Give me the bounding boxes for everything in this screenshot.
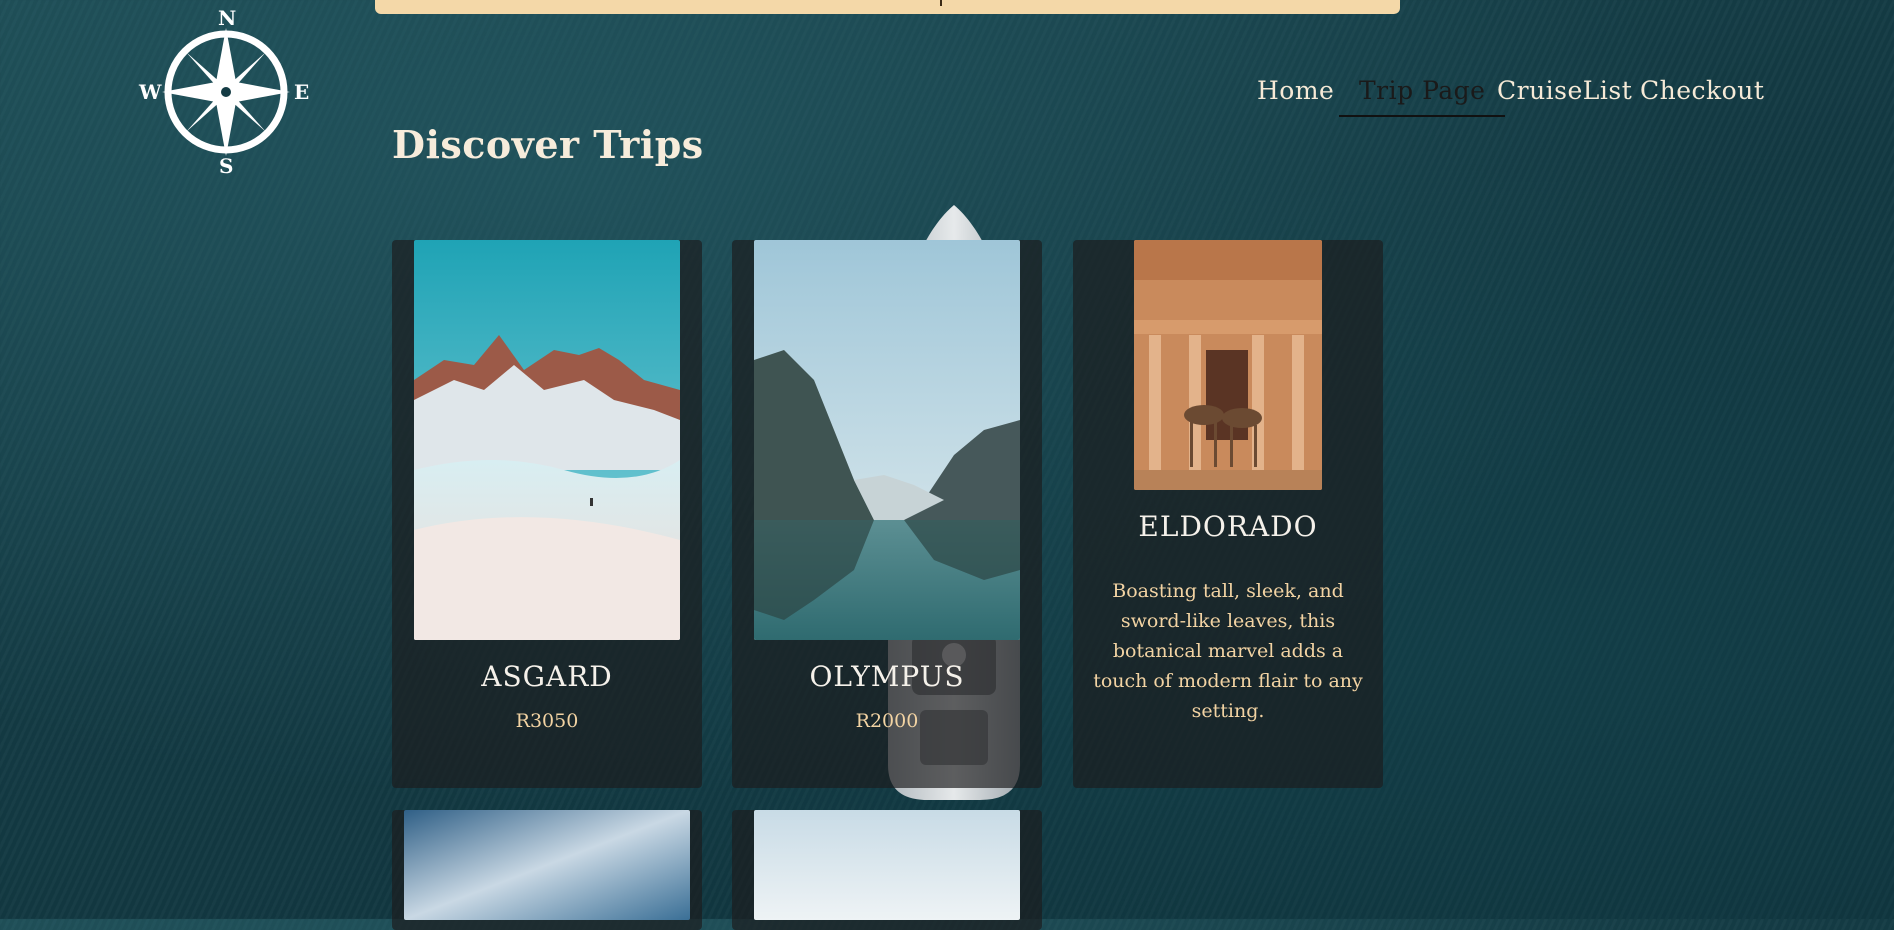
compass-logo[interactable]: N S W E [138,6,310,180]
trip-name: OLYMPUS [809,660,965,693]
compass-n: N [218,6,237,30]
sky-photo [404,810,690,920]
compass-s: S [219,154,234,178]
trip-card-next-2[interactable] [732,810,1042,930]
nav-home[interactable]: Home [1257,76,1334,105]
trip-card-eldorado[interactable]: ELDORADO Boasting tall, sleek, and sword… [1073,240,1383,788]
top-search-bar[interactable] [375,0,1400,14]
compass-w: W [139,80,162,104]
trip-price: R2000 [855,710,919,732]
olympus-photo [754,240,1020,640]
text-cursor [940,0,942,6]
nav-trip-page[interactable]: Trip Page [1339,76,1506,117]
compass-e: E [294,80,310,104]
trip-description: Boasting tall, sleek, and sword-like lea… [1093,580,1363,722]
trip-card-olympus[interactable]: OLYMPUS R2000 [732,240,1042,788]
asgard-photo [414,240,680,640]
nav-checkout[interactable]: Checkout [1640,76,1764,105]
trip-card-next-1[interactable] [392,810,702,930]
trip-name: ASGARD [481,660,613,693]
eldorado-photo [1134,240,1322,490]
trip-price: R3050 [515,710,579,732]
trip-card-asgard[interactable]: ASGARD R3050 [392,240,702,788]
trip-name: ELDORADO [1138,510,1318,543]
nav-cruiselist[interactable]: CruiseList [1497,76,1632,105]
page-title: Discover Trips [392,122,704,167]
sky-photo [754,810,1020,920]
